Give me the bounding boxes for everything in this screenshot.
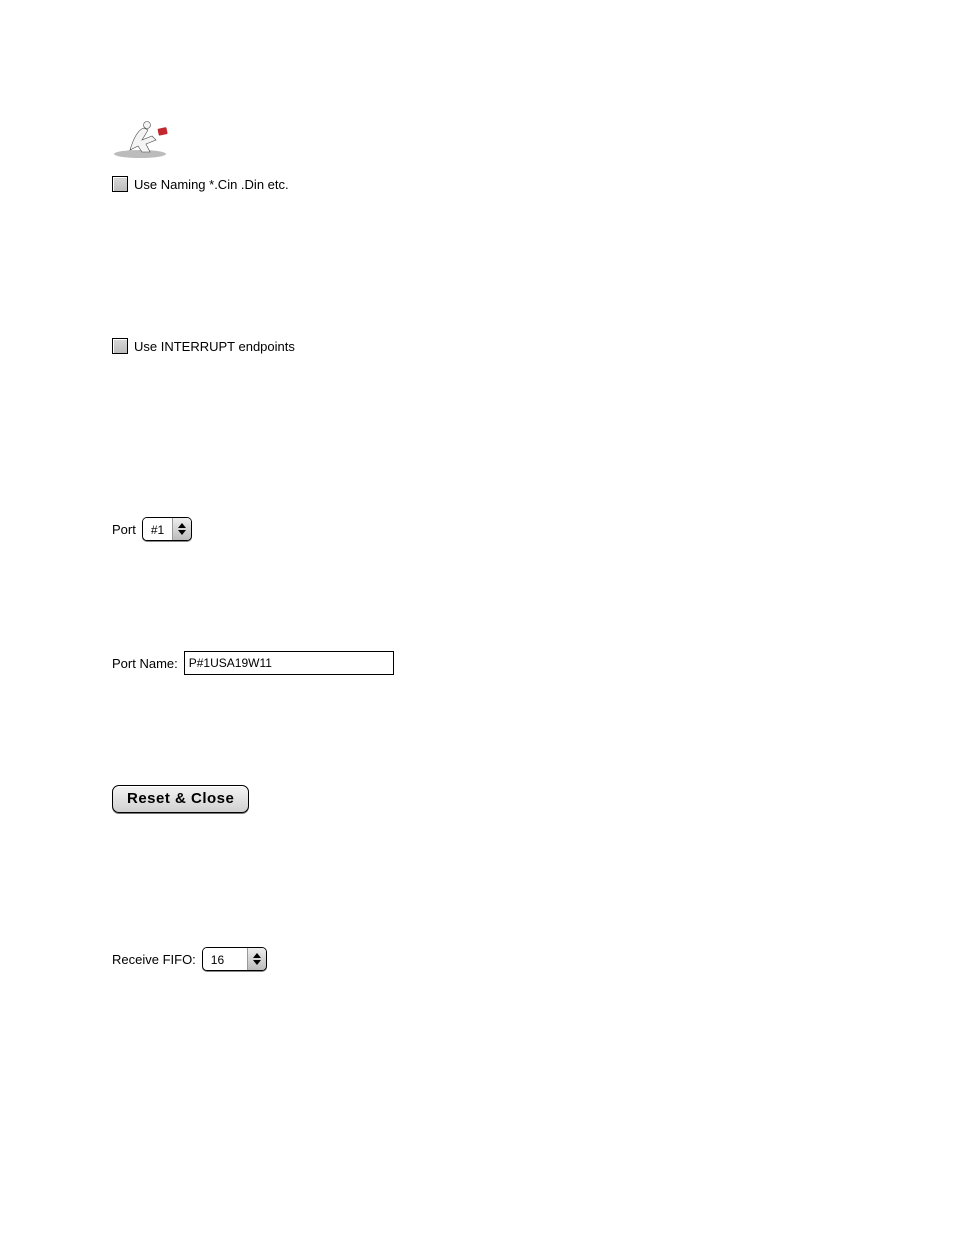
stepper-arrows-icon xyxy=(173,518,191,540)
use-interrupt-row: Use INTERRUPT endpoints xyxy=(112,338,842,354)
port-label: Port xyxy=(112,522,136,537)
receive-fifo-select[interactable]: 16 xyxy=(202,947,267,971)
port-name-input[interactable] xyxy=(184,651,394,675)
use-naming-row: Use Naming *.Cin .Din etc. xyxy=(112,176,842,192)
use-interrupt-label: Use INTERRUPT endpoints xyxy=(134,339,295,354)
receive-fifo-value: 16 xyxy=(203,948,248,970)
stepper-arrows-icon xyxy=(248,948,266,970)
use-interrupt-checkbox[interactable] xyxy=(112,338,128,354)
port-select-value: #1 xyxy=(143,518,173,540)
receive-fifo-label: Receive FIFO: xyxy=(112,952,196,967)
reset-close-row: Reset & Close xyxy=(112,785,842,813)
port-selector-row: Port #1 xyxy=(112,517,842,541)
port-select[interactable]: #1 xyxy=(142,517,192,541)
port-name-row: Port Name: xyxy=(112,651,842,675)
port-name-label: Port Name: xyxy=(112,656,178,671)
reset-close-button[interactable]: Reset & Close xyxy=(112,785,249,813)
receive-fifo-row: Receive FIFO: 16 xyxy=(112,947,842,971)
running-figure-logo xyxy=(112,116,176,160)
use-naming-label: Use Naming *.Cin .Din etc. xyxy=(134,177,289,192)
use-naming-checkbox[interactable] xyxy=(112,176,128,192)
